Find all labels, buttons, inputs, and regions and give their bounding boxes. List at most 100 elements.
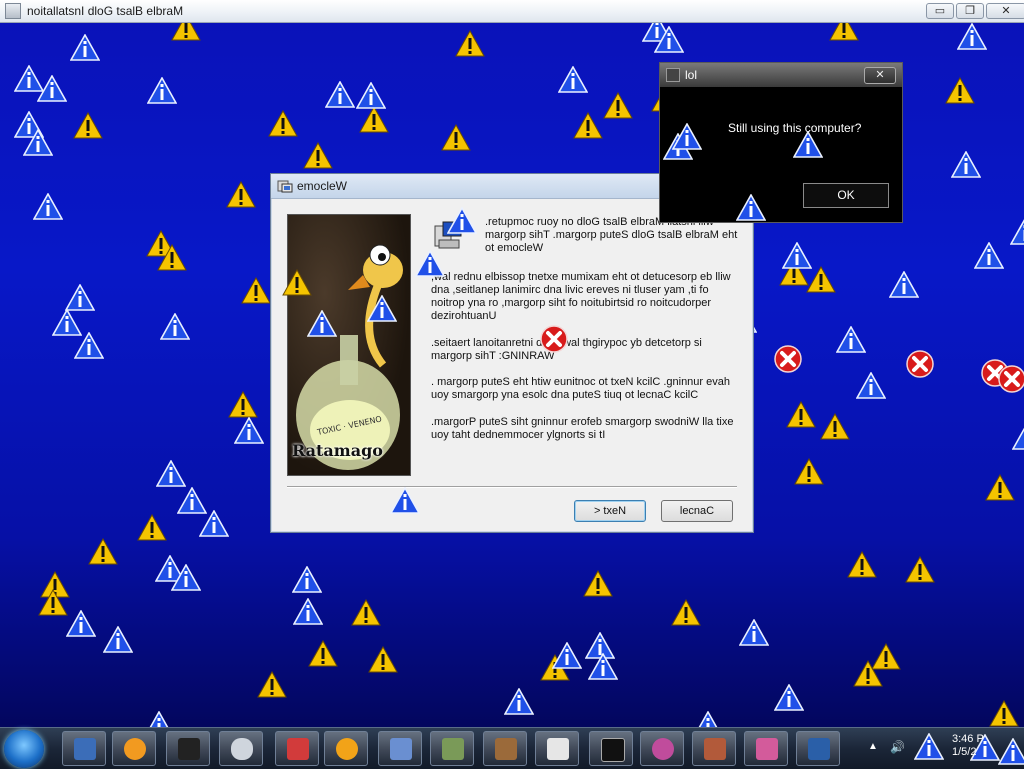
taskbar-item-paint[interactable] — [275, 731, 319, 766]
info-icon — [914, 733, 944, 760]
taskbar-item-setup[interactable] — [378, 731, 422, 766]
warning-icon — [806, 266, 836, 293]
info-icon — [588, 653, 618, 680]
taskbar-item-media-player[interactable] — [112, 731, 156, 766]
warning-icon — [905, 556, 935, 583]
taskbar-item-ebook[interactable] — [796, 731, 840, 766]
warning-icon — [847, 551, 877, 578]
warning-icon — [241, 277, 271, 304]
warning-icon — [603, 92, 633, 119]
clock-time: 3:46 P — [952, 733, 984, 745]
recommendation-paragraph: .margorP puteS siht gninnur erofeb smarg… — [431, 416, 734, 441]
error-icon — [539, 324, 569, 354]
warning-icon — [88, 538, 118, 565]
warning-icon — [137, 514, 167, 541]
info-icon — [390, 487, 420, 514]
info-icon — [23, 129, 53, 156]
error-icon — [997, 364, 1024, 394]
warning-icon — [794, 458, 824, 485]
info-icon — [836, 326, 866, 353]
warning-icon — [820, 413, 850, 440]
taskbar-item-sun[interactable] — [324, 731, 368, 766]
minimize-button[interactable]: ▭ — [926, 3, 954, 19]
info-icon — [156, 460, 186, 487]
info-icon — [147, 77, 177, 104]
setup-icon — [277, 180, 293, 193]
taskbar-item-setup-2[interactable] — [430, 731, 474, 766]
warning-icon — [226, 181, 256, 208]
error-icon — [905, 349, 935, 379]
welcome-wizard-window: emocleW TOXIC · VENENO Ratamago .retupmo… — [270, 173, 754, 533]
main-window-title: noitallatsnI dloG tsalB elbraM — [27, 4, 184, 18]
info-icon — [307, 310, 337, 337]
next-button[interactable]: > txeN — [574, 500, 646, 522]
taskbar-item-pictures[interactable] — [744, 731, 788, 766]
info-icon — [415, 250, 445, 277]
maximize-button[interactable]: ❐ — [956, 3, 984, 19]
close-button[interactable]: ✕ — [986, 3, 1024, 19]
lol-title: lol — [685, 68, 698, 82]
info-icon — [447, 207, 477, 234]
clock[interactable]: 3:46 P 1/5/2 — [952, 733, 984, 759]
warning-icon — [157, 244, 187, 271]
info-icon — [293, 598, 323, 625]
info-icon — [103, 626, 133, 653]
warning-icon — [786, 401, 816, 428]
image-brand-text: Ratamago — [292, 441, 383, 460]
info-icon — [889, 271, 919, 298]
warning-icon — [228, 391, 258, 418]
main-window-title-bar[interactable]: noitallatsnI dloG tsalB elbraM ▭ ❐ ✕ — [0, 0, 1024, 23]
info-icon — [325, 81, 355, 108]
close-button[interactable]: ✕ — [864, 67, 896, 84]
info-icon — [171, 564, 201, 591]
info-icon — [856, 372, 886, 399]
taskbar-item-paint-palette[interactable] — [640, 731, 684, 766]
tray-expand-icon[interactable]: ▲ — [868, 741, 878, 752]
volume-icon[interactable]: 🔊 — [890, 740, 905, 754]
warning-paragraph: .seitaert lanoitanretni dna swal thgiryp… — [431, 337, 702, 362]
info-icon — [552, 642, 582, 669]
cancel-button[interactable]: lecnaC — [661, 500, 733, 522]
info-icon — [37, 75, 67, 102]
error-icon — [773, 344, 803, 374]
info-icon — [234, 417, 264, 444]
warning-icon — [985, 474, 1015, 501]
warning-icon — [368, 646, 398, 673]
warning-icon — [671, 599, 701, 626]
taskbar-item-notebook[interactable] — [692, 731, 736, 766]
info-icon — [998, 738, 1024, 765]
warning-icon — [282, 269, 312, 296]
ok-button[interactable]: OK — [803, 183, 889, 208]
warning-icon — [573, 112, 603, 139]
taskbar-item-notepad[interactable] — [535, 731, 579, 766]
info-icon — [70, 34, 100, 61]
wizard-title: emocleW — [297, 179, 348, 193]
info-icon — [199, 510, 229, 537]
warning-icon — [351, 599, 381, 626]
warning-icon — [303, 142, 333, 169]
taskbar-item-mouse[interactable] — [219, 731, 263, 766]
taskbar-item-command-prompt[interactable] — [589, 731, 633, 766]
warning-icon — [359, 106, 389, 133]
warning-icon — [989, 700, 1019, 727]
lol-title-bar[interactable]: lol ✕ — [660, 63, 902, 87]
taskbar-item-smartphone[interactable] — [166, 731, 210, 766]
info-icon — [654, 26, 684, 53]
info-icon — [504, 688, 534, 715]
start-button[interactable] — [4, 730, 44, 768]
warning-icon — [455, 30, 485, 57]
info-icon — [736, 194, 766, 221]
info-icon — [292, 566, 322, 593]
warning-icon — [441, 124, 471, 151]
info-icon — [1010, 218, 1024, 245]
warning-icon — [38, 589, 68, 616]
info-icon — [793, 131, 823, 158]
info-icon — [974, 242, 1004, 269]
taskbar-item-explorer[interactable] — [62, 731, 106, 766]
warning-icon — [73, 112, 103, 139]
taskbar-item-calculator[interactable] — [483, 731, 527, 766]
info-icon — [74, 332, 104, 359]
info-icon — [367, 295, 397, 322]
info-icon — [957, 23, 987, 50]
copyright-paragraph: ,wal rednu elbissop tnetxe mumixam eht o… — [431, 271, 731, 322]
